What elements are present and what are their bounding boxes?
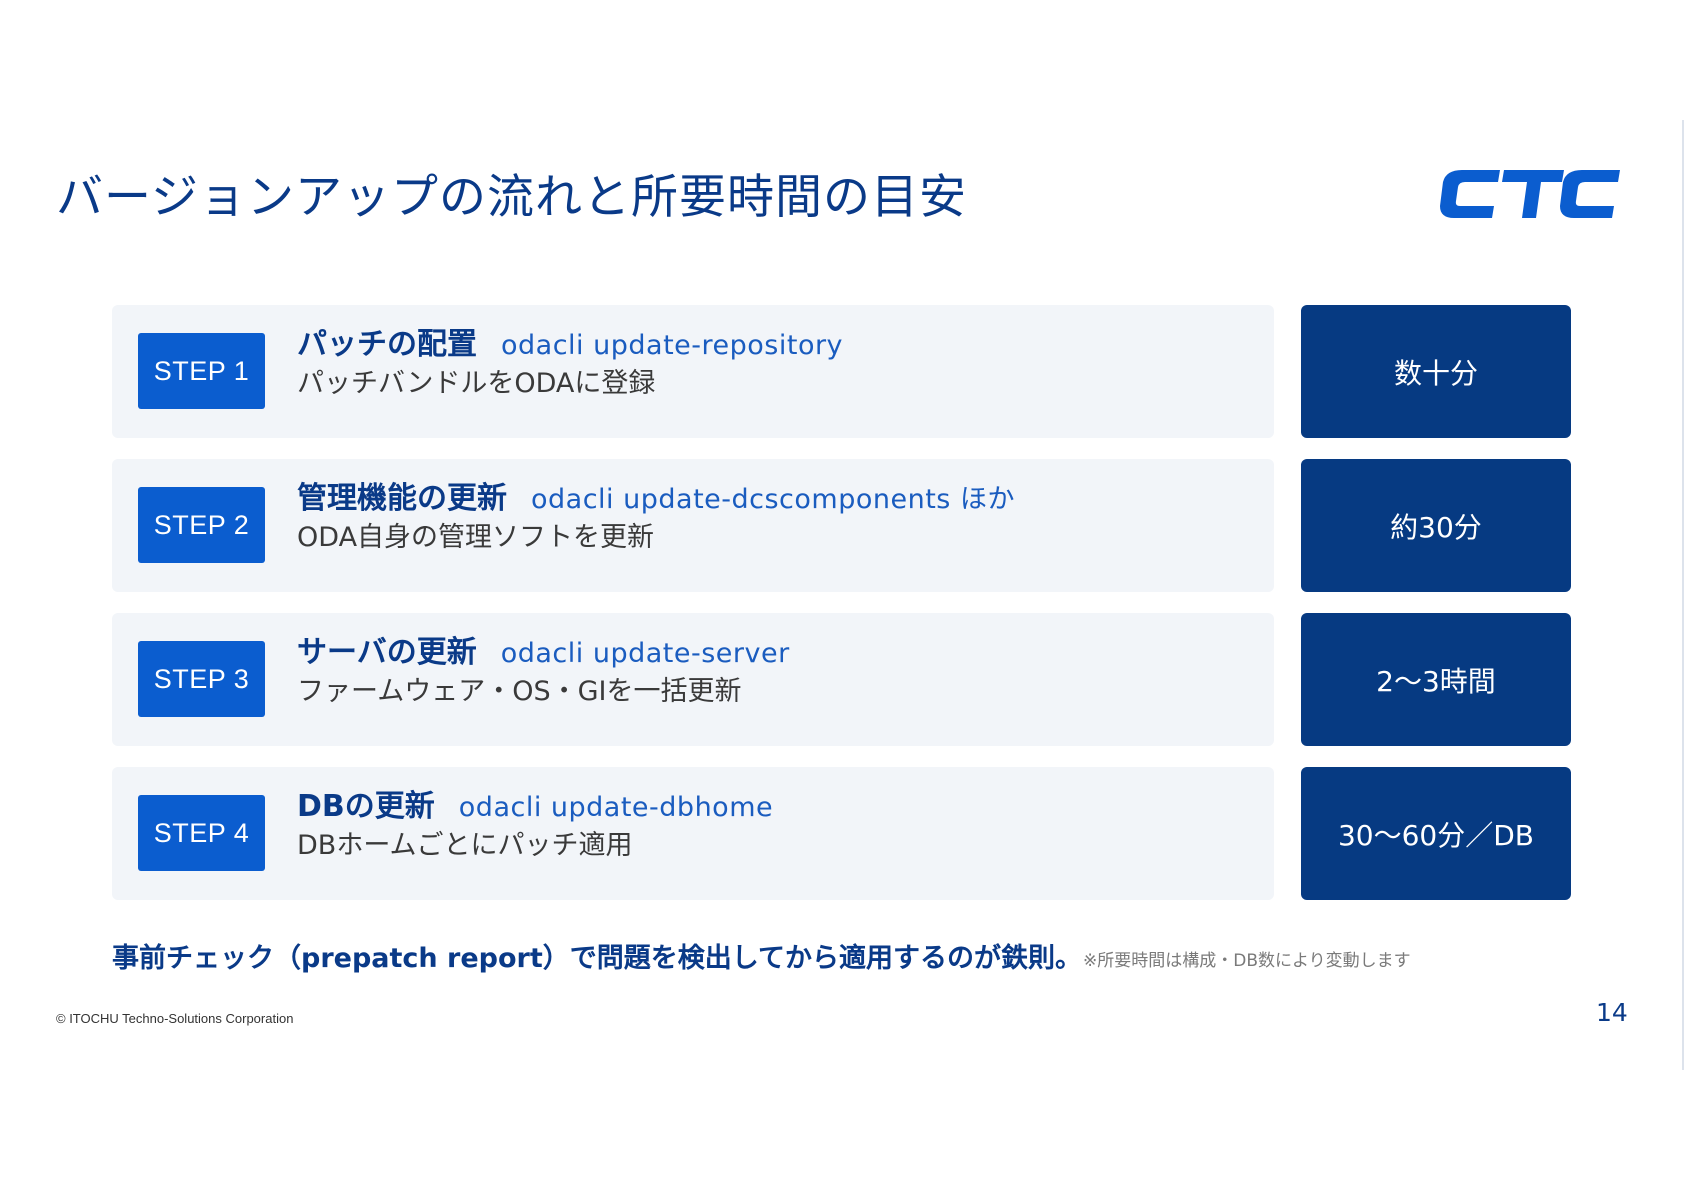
step-card-4: STEP 4 DBの更新 odacli update-dbhome DBホームご… xyxy=(112,767,1274,900)
step-card-1: STEP 1 パッチの配置 odacli update-repository パ… xyxy=(112,305,1274,438)
step-badge: STEP 2 xyxy=(138,487,265,563)
step-duration-3: 2〜3時間 xyxy=(1301,613,1571,746)
step-duration-1: 数十分 xyxy=(1301,305,1571,438)
step-card-2: STEP 2 管理機能の更新 odacli update-dcscomponen… xyxy=(112,459,1274,592)
step-description: パッチバンドルをODAに登録 xyxy=(297,368,656,399)
step-name: 管理機能の更新 xyxy=(297,481,507,516)
step-heading: 管理機能の更新 odacli update-dcscomponents ほか xyxy=(297,473,1015,517)
step-description: ODA自身の管理ソフトを更新 xyxy=(297,522,655,553)
step-command: odacli update-repository xyxy=(501,330,844,361)
step-description: ファームウェア・OS・GIを一括更新 xyxy=(297,676,742,707)
step-duration-4: 30〜60分／DB xyxy=(1301,767,1571,900)
step-description: DBホームごとにパッチ適用 xyxy=(297,830,633,861)
step-heading: サーバの更新 odacli update-server xyxy=(297,627,790,671)
page-number: 14 xyxy=(1596,998,1628,1027)
step-name: DBの更新 xyxy=(297,789,435,824)
step-name: サーバの更新 xyxy=(297,635,477,670)
step-command: odacli update-server xyxy=(500,638,790,669)
footnote: ※所要時間は構成・DB数により変動します xyxy=(1083,951,1411,971)
step-name: パッチの配置 xyxy=(297,327,477,362)
page-title: バージョンアップの流れと所要時間の目安 xyxy=(56,170,968,225)
step-heading: DBの更新 odacli update-dbhome xyxy=(297,781,773,825)
step-heading: パッチの配置 odacli update-repository xyxy=(297,319,843,363)
copyright: © ITOCHU Techno-Solutions Corporation xyxy=(56,1011,294,1026)
key-note: 事前チェック（prepatch report）で問題を検出してから適用するのが鉄… xyxy=(112,943,1082,974)
ctc-logo xyxy=(1440,170,1620,218)
step-command: odacli update-dcscomponents ほか xyxy=(531,484,1015,515)
step-badge: STEP 3 xyxy=(138,641,265,717)
step-badge: STEP 4 xyxy=(138,795,265,871)
step-badge: STEP 1 xyxy=(138,333,265,409)
step-command: odacli update-dbhome xyxy=(458,792,774,823)
step-card-3: STEP 3 サーバの更新 odacli update-server ファームウ… xyxy=(112,613,1274,746)
step-duration-2: 約30分 xyxy=(1301,459,1571,592)
